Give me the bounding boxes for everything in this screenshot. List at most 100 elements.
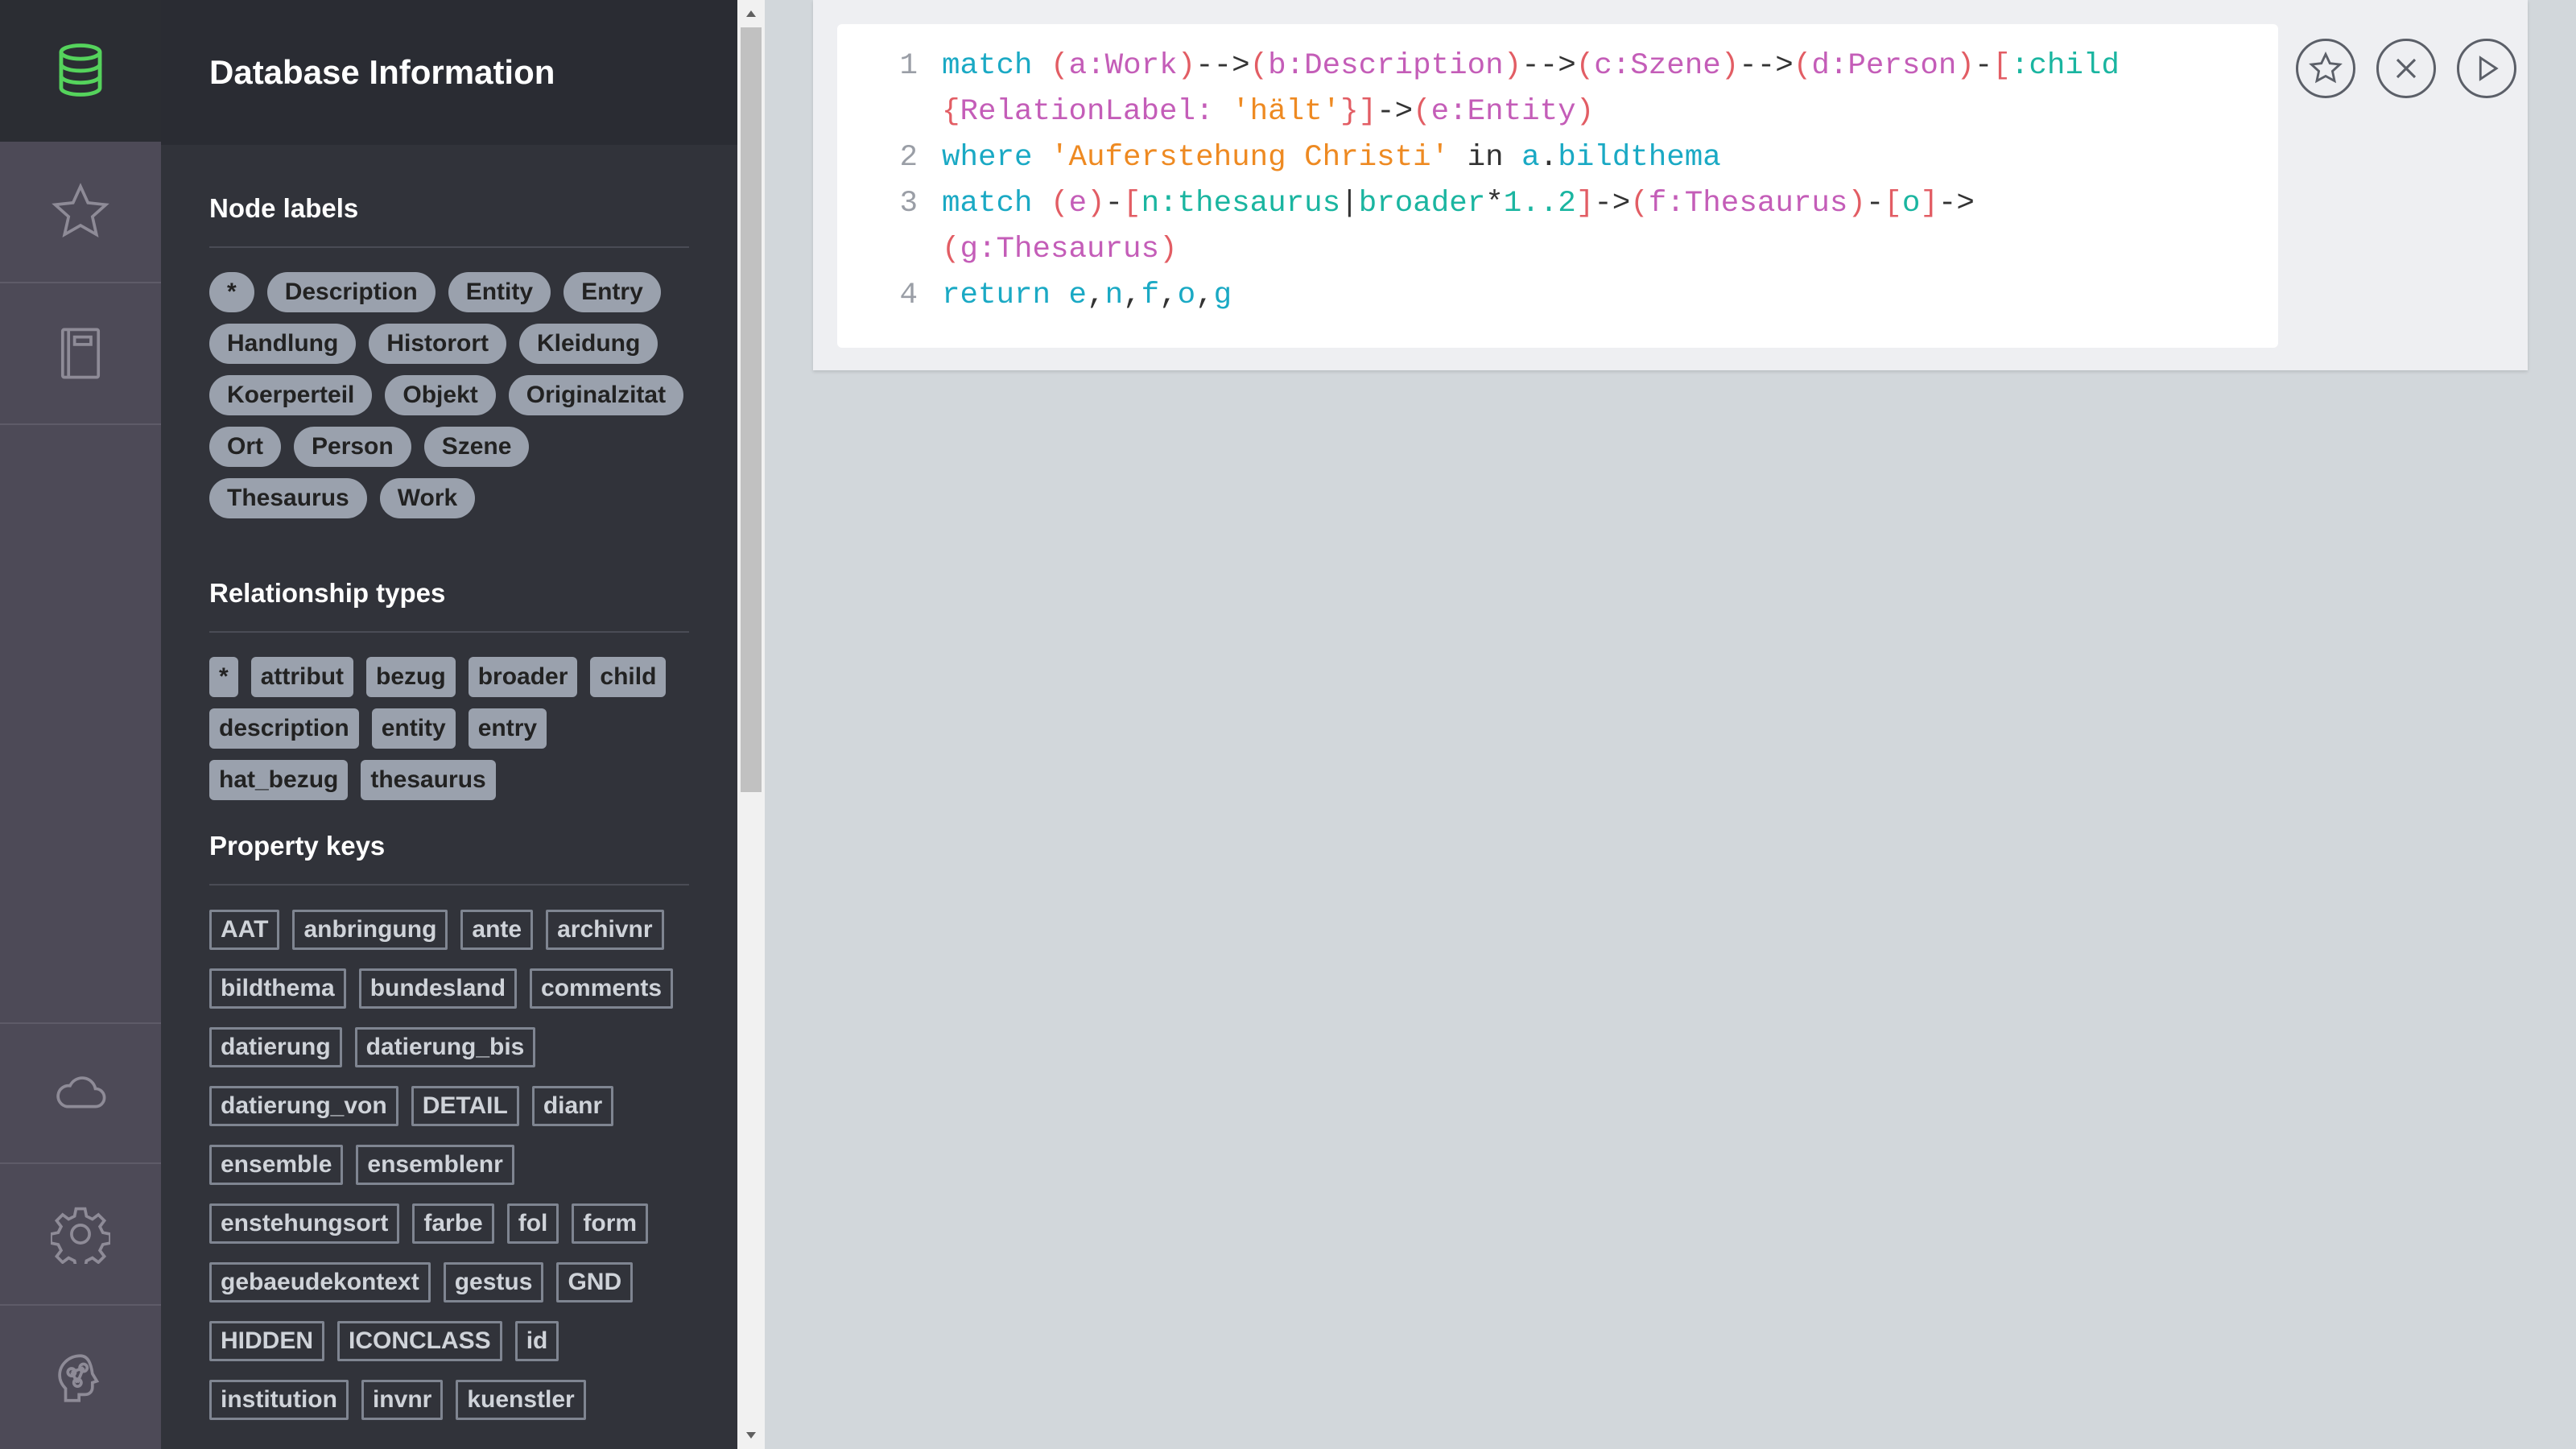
node-label-chip[interactable]: Description — [266, 272, 436, 312]
scroll-up-arrow-icon[interactable] — [737, 0, 765, 27]
property-key-chip[interactable]: form — [572, 1203, 649, 1244]
property-key-chip[interactable]: gestus — [443, 1262, 544, 1302]
database-button[interactable] — [0, 0, 161, 142]
property-key-chip[interactable]: DETAIL — [411, 1086, 519, 1126]
sync-button[interactable] — [0, 1022, 161, 1164]
property-key-chip[interactable]: archivnr — [546, 910, 664, 950]
node-label-chip[interactable]: Szene — [423, 427, 530, 467]
property-key-chip[interactable]: bildthema — [209, 968, 346, 1009]
code-token: - — [1974, 49, 1993, 83]
property-key-chip[interactable]: ICONCLASS — [337, 1321, 502, 1361]
node-label-chip[interactable]: * — [209, 272, 254, 312]
property-key-chip[interactable]: enstehungsort — [209, 1203, 400, 1244]
relationship-type-chip[interactable]: thesaurus — [361, 760, 496, 800]
code-token: o — [1901, 187, 1921, 221]
code-token: ) — [1159, 233, 1178, 266]
code-token: , — [1123, 279, 1141, 312]
code-token: [ — [1884, 187, 1902, 221]
property-key-chip[interactable]: fol — [506, 1203, 559, 1244]
relationship-type-chip[interactable]: entity — [371, 708, 456, 749]
node-label-chip[interactable]: Koerperteil — [209, 375, 373, 415]
cypher-editor[interactable]: 1 match (a:Work)-->(b:Description)-->(c:S… — [837, 24, 2278, 348]
code-token: match — [942, 187, 1033, 221]
node-label-chip[interactable]: Historort — [369, 324, 506, 364]
relationship-type-chip[interactable]: bezug — [366, 657, 456, 697]
property-key-chip[interactable]: AAT — [209, 910, 280, 950]
code-token: [ — [1992, 49, 2011, 83]
node-label-chip[interactable]: Kleidung — [518, 324, 658, 364]
property-key-chip[interactable]: ensemblenr — [356, 1145, 514, 1185]
node-label-chip[interactable]: Ort — [209, 427, 281, 467]
property-key-chip[interactable]: ante — [460, 910, 534, 950]
code-token: | — [1340, 187, 1359, 221]
clear-query-button[interactable] — [2376, 39, 2436, 98]
code-token: bildthema — [1558, 141, 1721, 175]
query-editor-frame: 1 match (a:Work)-->(b:Description)-->(c:S… — [813, 0, 2528, 370]
property-key-chip[interactable]: id — [514, 1321, 559, 1361]
relationship-type-chip[interactable]: attribut — [250, 657, 354, 697]
code-token: f:Thesaurus — [1648, 187, 1848, 221]
code-token: RelationLabel: — [960, 95, 1232, 129]
property-key-chip[interactable]: comments — [530, 968, 674, 1009]
property-key-chip[interactable]: kuenstler — [456, 1380, 586, 1420]
property-key-chip[interactable]: gebaeudekontext — [209, 1262, 431, 1302]
node-label-chip[interactable]: Handlung — [209, 324, 357, 364]
code-token: 'hält' — [1232, 95, 1341, 129]
code-token: o — [1177, 279, 1196, 312]
relationship-type-chip[interactable]: hat_bezug — [209, 760, 349, 800]
property-keys-title: Property keys — [209, 831, 689, 886]
scroll-thumb[interactable] — [741, 27, 762, 792]
settings-button[interactable] — [0, 1164, 161, 1306]
property-key-chip[interactable]: farbe — [412, 1203, 494, 1244]
favorite-query-button[interactable] — [2296, 39, 2355, 98]
property-key-chip[interactable]: ensemble — [209, 1145, 344, 1185]
code-token: 'Auferstehung Christi' — [1051, 141, 1450, 175]
property-key-chip[interactable]: institution — [209, 1380, 349, 1420]
about-button[interactable] — [0, 1307, 161, 1449]
property-key-chip[interactable]: datierung_bis — [354, 1027, 536, 1067]
code-token: e — [1068, 279, 1088, 312]
node-label-chip[interactable]: Originalzitat — [508, 375, 684, 415]
property-key-chip[interactable]: datierung — [209, 1027, 342, 1067]
code-text: match (e)-[n:thesaurus|broader*1..2]->(f… — [942, 181, 1975, 227]
relationship-type-chip[interactable]: description — [209, 708, 359, 749]
documents-button[interactable] — [0, 283, 161, 425]
node-labels-list: * Description Entity Entry Handlung Historort… — [209, 248, 689, 518]
line-number: 2 — [899, 141, 918, 175]
code-token: -> — [1938, 187, 1975, 221]
favorites-button[interactable] — [0, 142, 161, 283]
relationship-type-chip[interactable]: * — [209, 657, 238, 697]
property-keys-list: AAT anbringung ante archivnr bildthema bundes… — [209, 886, 689, 1420]
node-label-chip[interactable]: Objekt — [385, 375, 496, 415]
scroll-down-arrow-icon[interactable] — [737, 1422, 765, 1449]
property-key-chip[interactable]: HIDDEN — [209, 1321, 325, 1361]
property-key-chip[interactable]: anbringung — [292, 910, 448, 950]
code-token: ] — [1920, 187, 1938, 221]
code-token: c:Szene — [1594, 49, 1721, 83]
code-token: ( — [1413, 95, 1431, 129]
property-key-chip[interactable]: dianr — [531, 1086, 614, 1126]
property-key-chip[interactable]: datierung_von — [209, 1086, 398, 1126]
property-key-chip[interactable]: bundesland — [358, 968, 518, 1009]
code-token: n:thesaurus — [1141, 187, 1341, 221]
star-icon — [52, 183, 109, 237]
relationship-type-chip[interactable]: broader — [468, 657, 578, 697]
node-label-chip[interactable]: Thesaurus — [209, 478, 367, 518]
property-key-chip[interactable]: invnr — [361, 1380, 444, 1420]
node-label-chip[interactable]: Entry — [564, 272, 661, 312]
code-token: ( — [1575, 49, 1595, 83]
node-label-chip[interactable]: Person — [294, 427, 411, 467]
relationship-type-chip[interactable]: entry — [468, 708, 547, 749]
node-label-chip[interactable]: Entity — [448, 272, 551, 312]
node-label-chip[interactable]: Work — [379, 478, 476, 518]
property-key-chip[interactable]: GND — [556, 1262, 634, 1302]
run-query-button[interactable] — [2457, 39, 2516, 98]
code-token: :child — [2010, 49, 2120, 83]
relationship-type-chip[interactable]: child — [590, 657, 667, 697]
database-icon — [59, 43, 102, 97]
code-token: d:Person — [1811, 49, 1957, 83]
code-line: 2 where 'Auferstehung Christi' in a.bildt… — [837, 135, 2278, 181]
drawer-scrollbar[interactable] — [737, 0, 765, 1449]
play-icon — [2479, 56, 2499, 81]
